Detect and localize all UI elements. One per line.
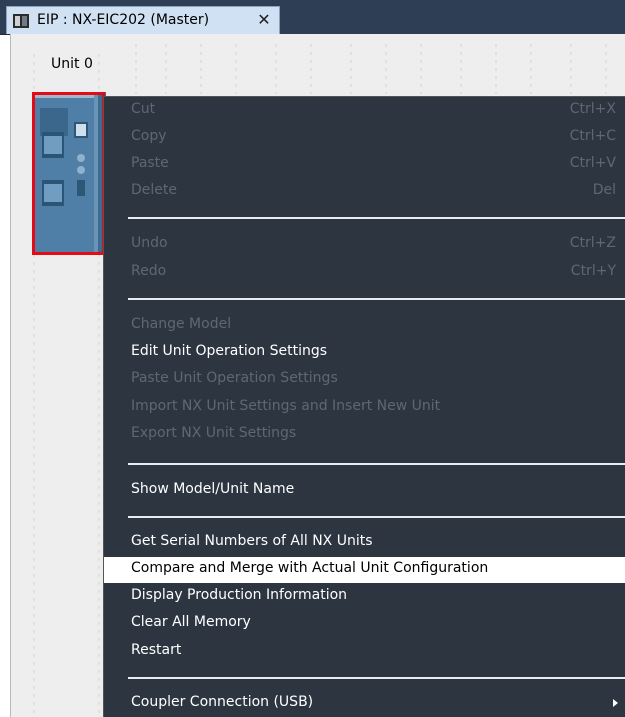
menu-item-label: Delete bbox=[131, 182, 177, 198]
menu-item-label: Display Production Information bbox=[131, 587, 348, 603]
close-icon[interactable]: ✕ bbox=[255, 11, 273, 29]
menu-item-label: Undo bbox=[131, 235, 168, 251]
menu-separator bbox=[128, 298, 625, 300]
menu-item-shortcut: Ctrl+V bbox=[569, 155, 616, 171]
menu-item-label: Edit Unit Operation Settings bbox=[131, 343, 328, 359]
menu-item-coupler-connection-usb[interactable]: Coupler Connection (USB) bbox=[104, 691, 625, 717]
menu-item-display-production-information[interactable]: Display Production Information bbox=[104, 584, 625, 610]
menu-item-export-nx-unit-settings[interactable]: Export NX Unit Settings bbox=[104, 422, 625, 448]
menu-item-shortcut: Ctrl+C bbox=[569, 128, 616, 144]
menu-item-cut[interactable]: Cut Ctrl+X bbox=[104, 98, 625, 124]
menu-item-label: Restart bbox=[131, 642, 182, 658]
menu-item-label: Clear All Memory bbox=[131, 614, 251, 630]
menu-item-compare-and-merge[interactable]: Compare and Merge with Actual Unit Confi… bbox=[104, 557, 625, 583]
menu-item-undo[interactable]: Undo Ctrl+Z bbox=[104, 232, 625, 258]
device-icon bbox=[13, 14, 29, 28]
menu-item-paste-unit-operation-settings[interactable]: Paste Unit Operation Settings bbox=[104, 367, 625, 393]
menu-item-label: Redo bbox=[131, 263, 167, 279]
menu-item-edit-unit-operation-settings[interactable]: Edit Unit Operation Settings bbox=[104, 340, 625, 366]
tab-title: EIP : NX-EIC202 (Master) bbox=[37, 12, 210, 28]
menu-item-get-serial-numbers[interactable]: Get Serial Numbers of All NX Units bbox=[104, 530, 625, 556]
editor-tab[interactable]: EIP : NX-EIC202 (Master) ✕ bbox=[6, 6, 280, 34]
menu-separator bbox=[128, 217, 625, 219]
menu-item-change-model[interactable]: Change Model bbox=[104, 313, 625, 339]
menu-item-label: Import NX Unit Settings and Insert New U… bbox=[131, 398, 441, 414]
menu-item-label: Compare and Merge with Actual Unit Confi… bbox=[131, 560, 489, 576]
menu-item-clear-all-memory[interactable]: Clear All Memory bbox=[104, 611, 625, 637]
context-menu: Cut Ctrl+X Copy Ctrl+C Paste Ctrl+V Dele… bbox=[103, 96, 625, 717]
menu-item-label: Show Model/Unit Name bbox=[131, 481, 295, 497]
editor-tab-strip: EIP : NX-EIC202 (Master) ✕ bbox=[0, 0, 625, 35]
menu-item-label: Paste Unit Operation Settings bbox=[131, 370, 338, 386]
menu-item-shortcut: Ctrl+Y bbox=[570, 263, 616, 279]
menu-item-label: Export NX Unit Settings bbox=[131, 425, 297, 441]
menu-item-shortcut: Ctrl+Z bbox=[569, 235, 616, 251]
menu-item-import-nx-unit-settings[interactable]: Import NX Unit Settings and Insert New U… bbox=[104, 395, 625, 421]
menu-item-label: Paste bbox=[131, 155, 169, 171]
menu-item-label: Copy bbox=[131, 128, 167, 144]
submenu-arrow-icon bbox=[613, 699, 618, 707]
menu-item-label: Cut bbox=[131, 101, 156, 117]
menu-item-copy[interactable]: Copy Ctrl+C bbox=[104, 125, 625, 151]
menu-item-label: Get Serial Numbers of All NX Units bbox=[131, 533, 373, 549]
unit-label: Unit 0 bbox=[51, 56, 93, 72]
menu-item-shortcut: Del bbox=[592, 182, 616, 198]
menu-item-restart[interactable]: Restart bbox=[104, 639, 625, 665]
menu-item-delete[interactable]: Delete Del bbox=[104, 179, 625, 205]
menu-item-label: Change Model bbox=[131, 316, 232, 332]
menu-separator bbox=[128, 516, 625, 518]
menu-separator bbox=[128, 677, 625, 679]
menu-item-show-model-unit-name[interactable]: Show Model/Unit Name bbox=[104, 478, 625, 504]
menu-item-shortcut: Ctrl+X bbox=[569, 101, 616, 117]
menu-item-redo[interactable]: Redo Ctrl+Y bbox=[104, 260, 625, 286]
coupler-unit-image[interactable] bbox=[34, 92, 106, 254]
menu-item-label: Coupler Connection (USB) bbox=[131, 694, 314, 710]
menu-separator bbox=[128, 463, 625, 465]
menu-item-paste[interactable]: Paste Ctrl+V bbox=[104, 152, 625, 178]
